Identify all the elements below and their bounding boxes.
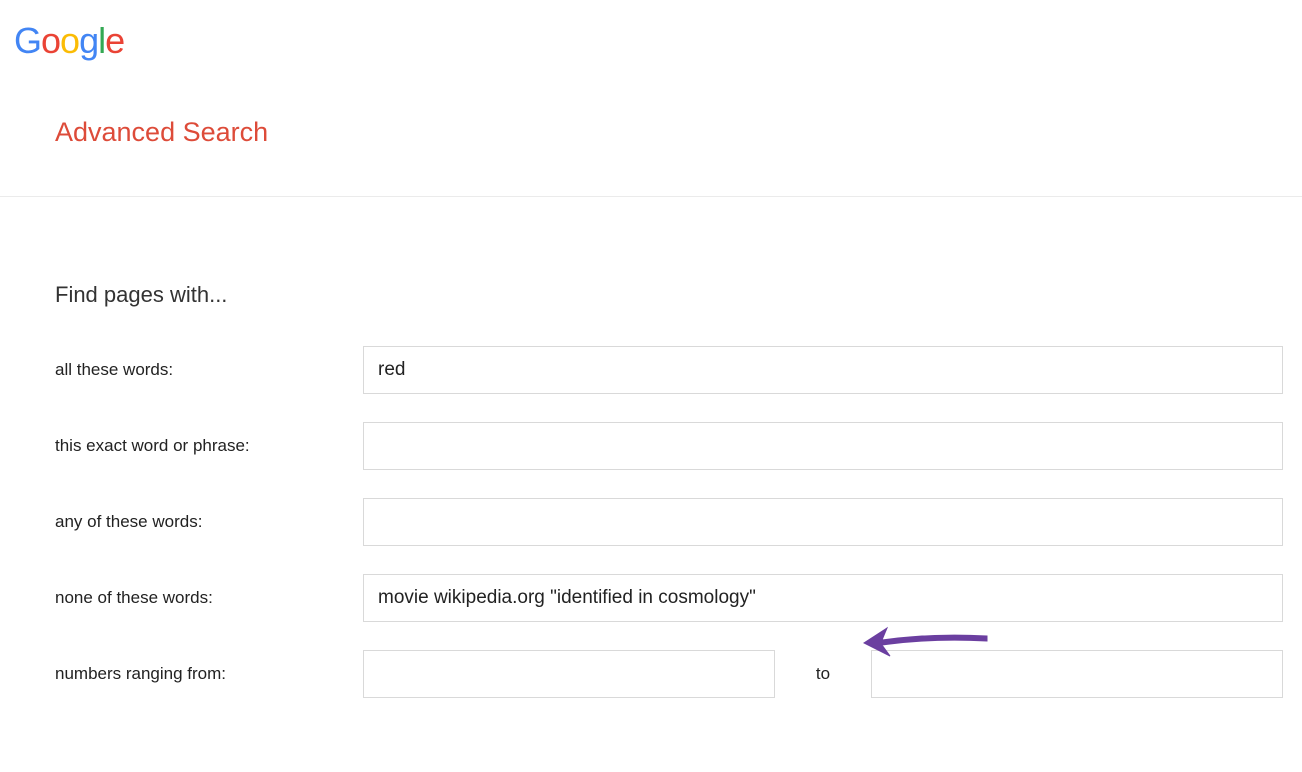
label-any-words: any of these words: (55, 512, 363, 532)
row-number-range: numbers ranging from: to (55, 650, 1302, 698)
google-logo[interactable]: Google (14, 20, 1302, 62)
input-any-words[interactable] (363, 498, 1283, 546)
page-title: Advanced Search (55, 117, 1302, 148)
label-exact-phrase: this exact word or phrase: (55, 436, 363, 456)
label-range-to: to (775, 664, 871, 684)
label-none-words: none of these words: (55, 588, 363, 608)
input-exact-phrase[interactable] (363, 422, 1283, 470)
label-number-range: numbers ranging from: (55, 664, 363, 684)
input-none-words[interactable] (363, 574, 1283, 622)
row-any-words: any of these words: (55, 498, 1302, 546)
label-all-words: all these words: (55, 360, 363, 380)
input-all-words[interactable] (363, 346, 1283, 394)
input-range-from[interactable] (363, 650, 775, 698)
row-all-words: all these words: (55, 346, 1302, 394)
row-none-words: none of these words: (55, 574, 1302, 622)
row-exact-phrase: this exact word or phrase: (55, 422, 1302, 470)
input-range-to[interactable] (871, 650, 1283, 698)
section-title: Find pages with... (55, 282, 1302, 308)
